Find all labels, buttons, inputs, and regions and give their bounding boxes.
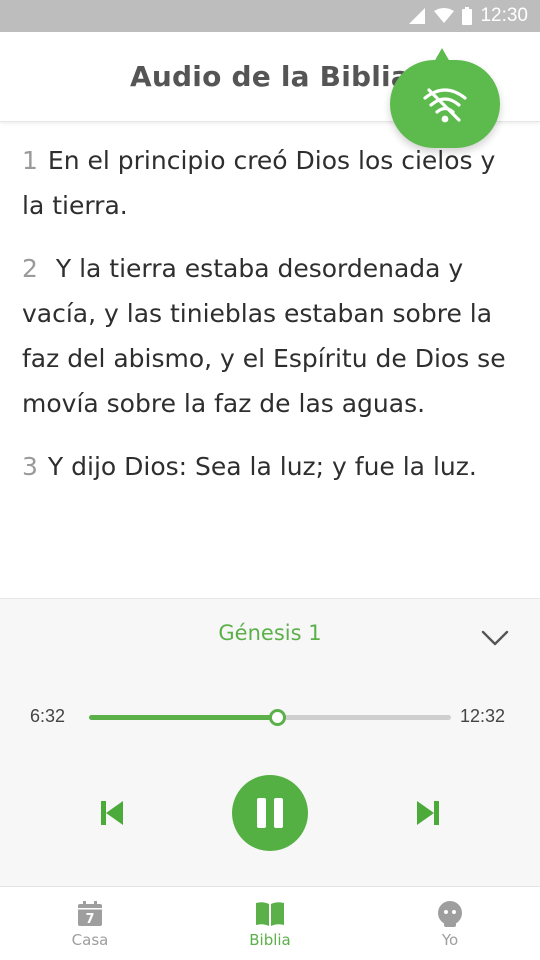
calendar-day: 7 [85, 912, 94, 927]
status-bar: 12:30 [0, 0, 540, 32]
progress-thumb[interactable] [269, 709, 287, 726]
user-icon [438, 901, 462, 927]
audio-player: Génesis 1 6:32 12:32 [0, 598, 540, 886]
battery-icon [462, 7, 473, 25]
progress-fill [89, 715, 278, 720]
page-title: Audio de la Biblia [130, 60, 410, 93]
nav-item-casa[interactable]: 7 Casa [0, 887, 180, 960]
verse-text: Y dijo Dios: Sea la luz; y fue la luz. [47, 452, 477, 481]
pause-icon [257, 798, 283, 828]
verse-number: 1 [22, 146, 38, 175]
chevron-down-icon [481, 630, 509, 646]
wifi-off-button[interactable] [390, 48, 500, 148]
verse-text: En el principio creó Dios los cielos y l… [22, 146, 496, 220]
calendar-icon: 7 [78, 901, 102, 927]
wifi-off-icon [423, 88, 467, 123]
current-time: 6:32 [30, 706, 66, 726]
progress-slider[interactable] [89, 709, 451, 726]
skip-previous-icon [101, 801, 123, 825]
status-time: 12:30 [480, 5, 528, 26]
verse-number: 3 [22, 452, 38, 481]
nav-label-casa: Casa [71, 931, 109, 949]
chapter-title: Génesis 1 [218, 621, 322, 645]
pause-button[interactable] [232, 775, 308, 851]
nav-item-yo[interactable]: Yo [360, 887, 540, 960]
verse-text: Y la tierra estaba desordenada y vacía, … [22, 254, 506, 418]
wifi-status-icon [434, 8, 455, 23]
bottom-nav: 7 Casa Biblia Yo [0, 886, 540, 960]
collapse-player-button[interactable] [480, 625, 510, 651]
book-icon [256, 902, 284, 926]
verse-2[interactable]: 2 Y la tierra estaba desordenada y vacía… [22, 246, 522, 426]
total-time: 12:32 [460, 706, 506, 726]
verse-number: 2 [22, 254, 38, 283]
nav-item-biblia[interactable]: Biblia [180, 887, 360, 960]
verse-list: 1 En el principio creó Dios los cielos y … [22, 138, 522, 507]
previous-button[interactable] [96, 797, 128, 829]
nav-label-yo: Yo [441, 931, 459, 949]
verse-3[interactable]: 3 Y dijo Dios: Sea la luz; y fue la luz. [22, 444, 522, 489]
nav-label-biblia: Biblia [249, 931, 291, 949]
skip-next-icon [417, 801, 439, 825]
verse-1[interactable]: 1 En el principio creó Dios los cielos y … [22, 138, 522, 228]
next-button[interactable] [412, 797, 444, 829]
signal-icon [409, 8, 426, 24]
